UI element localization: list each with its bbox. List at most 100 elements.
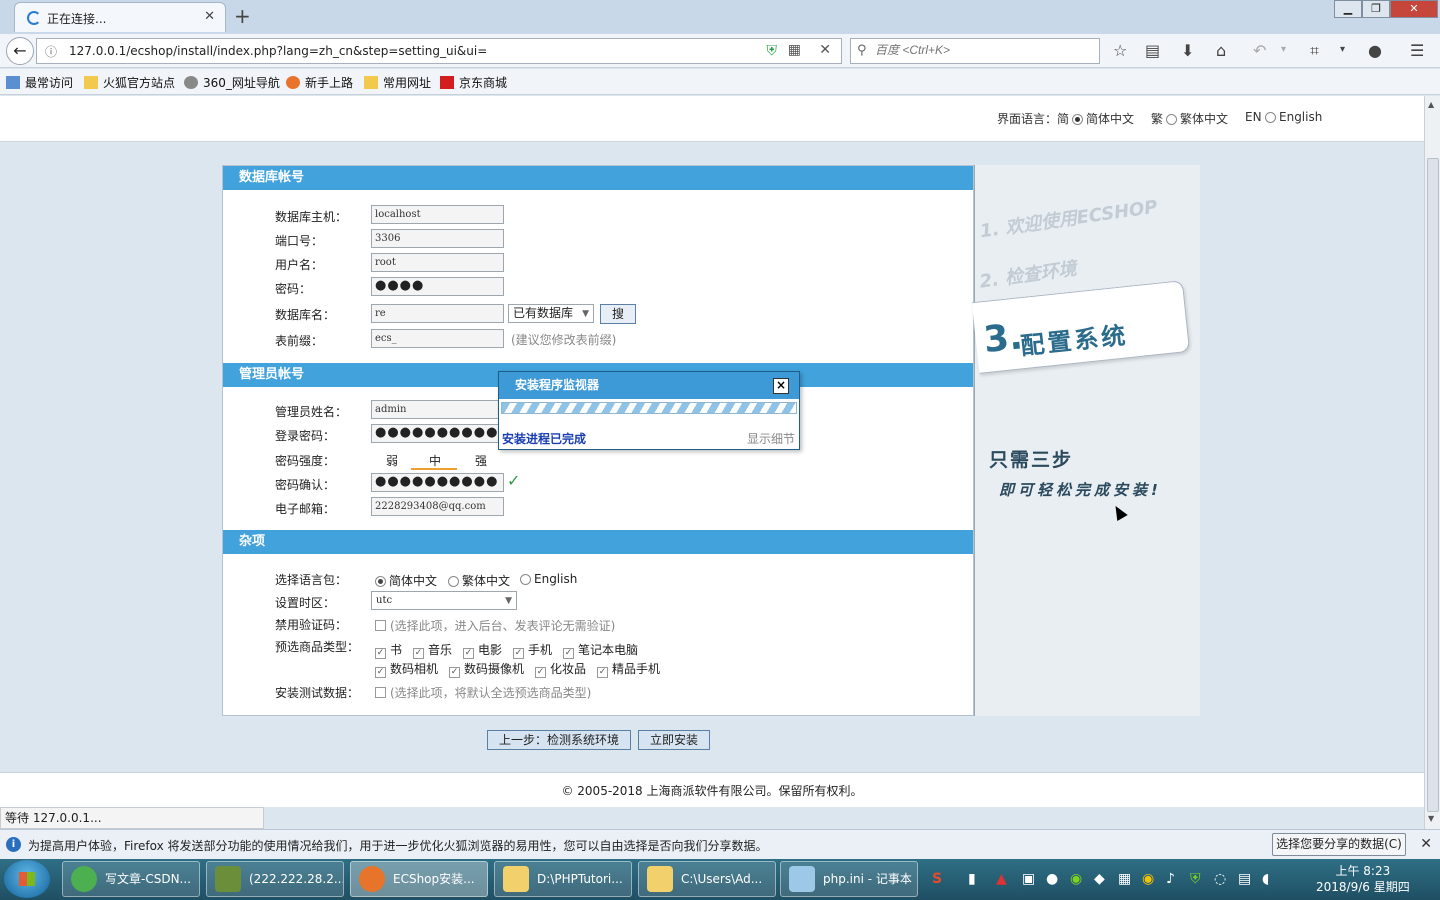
reading-list-icon[interactable]: ▤ — [1145, 41, 1160, 60]
tray-icon[interactable]: ▤ — [1238, 871, 1251, 887]
checkbox-checked-icon[interactable]: ✓ — [563, 648, 574, 659]
minimize-icon[interactable]: ▁ — [1334, 0, 1362, 18]
bookmark-item[interactable]: 常用网址 — [364, 74, 431, 91]
taskbar-item[interactable]: php.ini - 记事本 — [780, 861, 918, 897]
bookmark-item[interactable]: 360_网址导航 — [184, 74, 280, 91]
db-search-button[interactable]: 搜 — [600, 304, 636, 324]
shield-icon[interactable]: ⛨ — [767, 43, 778, 59]
timezone-select[interactable]: utc ▼ — [371, 591, 517, 610]
url-text[interactable]: 127.0.0.1/ecshop/install/index.php?lang=… — [69, 44, 487, 58]
lang-option-zh-cn[interactable]: 简体中文 — [1072, 110, 1134, 127]
goods-type-checkbox[interactable]: ✓ 手机 — [513, 641, 552, 659]
radio-icon[interactable] — [448, 576, 459, 587]
taskbar-item-active[interactable]: ECShop安装... — [350, 861, 488, 897]
scroll-thumb[interactable] — [1427, 158, 1439, 812]
goods-type-checkbox[interactable]: ✓ 书 — [375, 641, 402, 659]
taskbar-item[interactable]: (222.222.28.2... — [206, 861, 344, 897]
speaker-icon[interactable]: ◖ — [1262, 871, 1269, 887]
goods-type-checkbox[interactable]: ✓ 电影 — [463, 641, 502, 659]
page-scrollbar[interactable]: ▲ ▼ — [1424, 96, 1440, 829]
system-clock[interactable]: 上午 8:23 2018/9/6 星期四 — [1316, 863, 1410, 895]
tab-close-icon[interactable]: ✕ — [204, 9, 215, 24]
battery-icon[interactable]: ▮ — [968, 871, 976, 887]
tray-icon[interactable]: ◆ — [1094, 871, 1105, 887]
browser-tab[interactable]: 正在连接... ✕ — [14, 2, 226, 32]
radio-selected-icon[interactable] — [375, 576, 386, 587]
search-input[interactable] — [875, 43, 1085, 57]
stop-icon[interactable]: ✕ — [819, 42, 831, 58]
maximize-icon[interactable]: ❐ — [1362, 0, 1390, 18]
search-box[interactable]: ⚲ — [850, 38, 1100, 64]
checkbox-checked-icon[interactable]: ✓ — [535, 667, 546, 678]
install-now-button[interactable]: 立即安装 — [638, 730, 710, 750]
goods-type-checkbox[interactable]: ✓ 数码相机 — [375, 660, 438, 678]
checkbox-checked-icon[interactable]: ✓ — [413, 648, 424, 659]
menu-icon[interactable]: ☰ — [1410, 41, 1424, 60]
qq-icon[interactable]: ● — [1046, 871, 1058, 887]
security-icon[interactable]: ◉ — [1070, 871, 1082, 887]
pdf-icon[interactable]: ▲ — [996, 871, 1007, 887]
checkbox-checked-icon[interactable]: ✓ — [463, 648, 474, 659]
checkbox-checked-icon[interactable]: ✓ — [597, 667, 608, 678]
info-icon[interactable]: ⓘ — [45, 43, 57, 60]
checkbox-checked-icon[interactable]: ✓ — [375, 648, 386, 659]
goods-type-checkbox[interactable]: ✓ 化妆品 — [535, 660, 586, 678]
share-data-button[interactable]: 选择您要分享的数据(C) — [1272, 833, 1406, 856]
shield-icon[interactable]: ⛨ — [1190, 871, 1201, 887]
new-tab-icon[interactable]: + — [234, 4, 251, 28]
checkbox-icon[interactable] — [375, 687, 386, 698]
tray-icon[interactable]: ◌ — [1214, 871, 1226, 887]
sogou-icon[interactable]: S — [932, 871, 942, 887]
admin-pass-input[interactable]: ●●●●●●●●●● — [371, 424, 504, 443]
undo-icon[interactable]: ↶ — [1253, 41, 1266, 60]
star-icon[interactable]: ☆ — [1113, 41, 1127, 60]
crop-icon[interactable]: ⌗ — [1310, 41, 1319, 61]
prev-step-button[interactable]: 上一步：检测系统环境 — [487, 730, 631, 750]
home-icon[interactable]: ⌂ — [1216, 41, 1226, 60]
url-bar[interactable]: ⓘ 127.0.0.1/ecshop/install/index.php?lan… — [36, 38, 842, 64]
tray-icon[interactable]: ◉ — [1142, 871, 1154, 887]
volume-icon[interactable]: ♪ — [1166, 871, 1175, 887]
goods-type-checkbox[interactable]: ✓ 音乐 — [413, 641, 452, 659]
radio-selected-icon[interactable] — [1072, 114, 1083, 125]
chat-icon[interactable]: ● — [1368, 41, 1382, 60]
scroll-down-icon[interactable]: ▼ — [1428, 814, 1434, 823]
checkbox-icon[interactable] — [375, 620, 386, 631]
db-name-input[interactable]: re — [371, 304, 504, 323]
crop-dropdown-icon[interactable]: ▾ — [1340, 44, 1345, 55]
captcha-checkbox[interactable]: (选择此项，进入后台、发表评论无需验证) — [375, 617, 615, 634]
db-pass-input[interactable]: ●●●● — [371, 277, 504, 296]
goods-type-checkbox[interactable]: ✓ 笔记本电脑 — [563, 641, 638, 659]
radio-icon[interactable] — [1166, 114, 1177, 125]
undo-dropdown-icon[interactable]: ▾ — [1281, 44, 1286, 55]
checkbox-checked-icon[interactable]: ✓ — [375, 667, 386, 678]
db-existing-select[interactable]: 已有数据库 ▼ — [508, 304, 594, 323]
start-button[interactable] — [4, 860, 50, 898]
show-details-link[interactable]: 显示细节 — [747, 430, 795, 447]
checkbox-checked-icon[interactable]: ✓ — [513, 648, 524, 659]
download-icon[interactable]: ⬇ — [1181, 41, 1194, 60]
back-arrow-icon[interactable]: ← — [6, 37, 34, 65]
lang-pack-zh-tw[interactable]: 繁体中文 — [448, 572, 510, 589]
bookmark-item[interactable]: 京东商城 — [440, 74, 507, 91]
goods-type-checkbox[interactable]: ✓ 精品手机 — [597, 660, 660, 678]
lang-pack-en[interactable]: English — [520, 572, 577, 586]
db-user-input[interactable]: root — [371, 253, 504, 272]
db-host-input[interactable]: localhost — [371, 205, 504, 224]
bookmark-item[interactable]: 最常访问 — [6, 74, 73, 91]
test-data-checkbox[interactable]: (选择此项，将默认全选预选商品类型) — [375, 684, 591, 701]
network-icon[interactable]: ▣ — [1022, 871, 1035, 887]
prefix-input[interactable]: ecs_ — [371, 329, 504, 348]
lang-pack-zh-cn[interactable]: 简体中文 — [375, 572, 437, 589]
email-input[interactable]: 2228293408@qq.com — [371, 497, 504, 516]
tray-icon[interactable]: ▦ — [1118, 871, 1131, 887]
scroll-up-icon[interactable]: ▲ — [1428, 100, 1434, 109]
db-port-input[interactable]: 3306 — [371, 229, 504, 248]
checkbox-checked-icon[interactable]: ✓ — [449, 667, 460, 678]
dialog-close-icon[interactable]: × — [773, 378, 789, 394]
confirm-pass-input[interactable]: ●●●●●●●●●● — [371, 473, 504, 492]
taskbar-item[interactable]: D:\PHPTutori... — [494, 861, 632, 897]
bookmark-item[interactable]: 新手上路 — [286, 74, 353, 91]
lang-option-zh-tw[interactable]: 繁体中文 — [1166, 110, 1228, 127]
taskbar-item[interactable]: C:\Users\Ad... — [638, 861, 776, 897]
